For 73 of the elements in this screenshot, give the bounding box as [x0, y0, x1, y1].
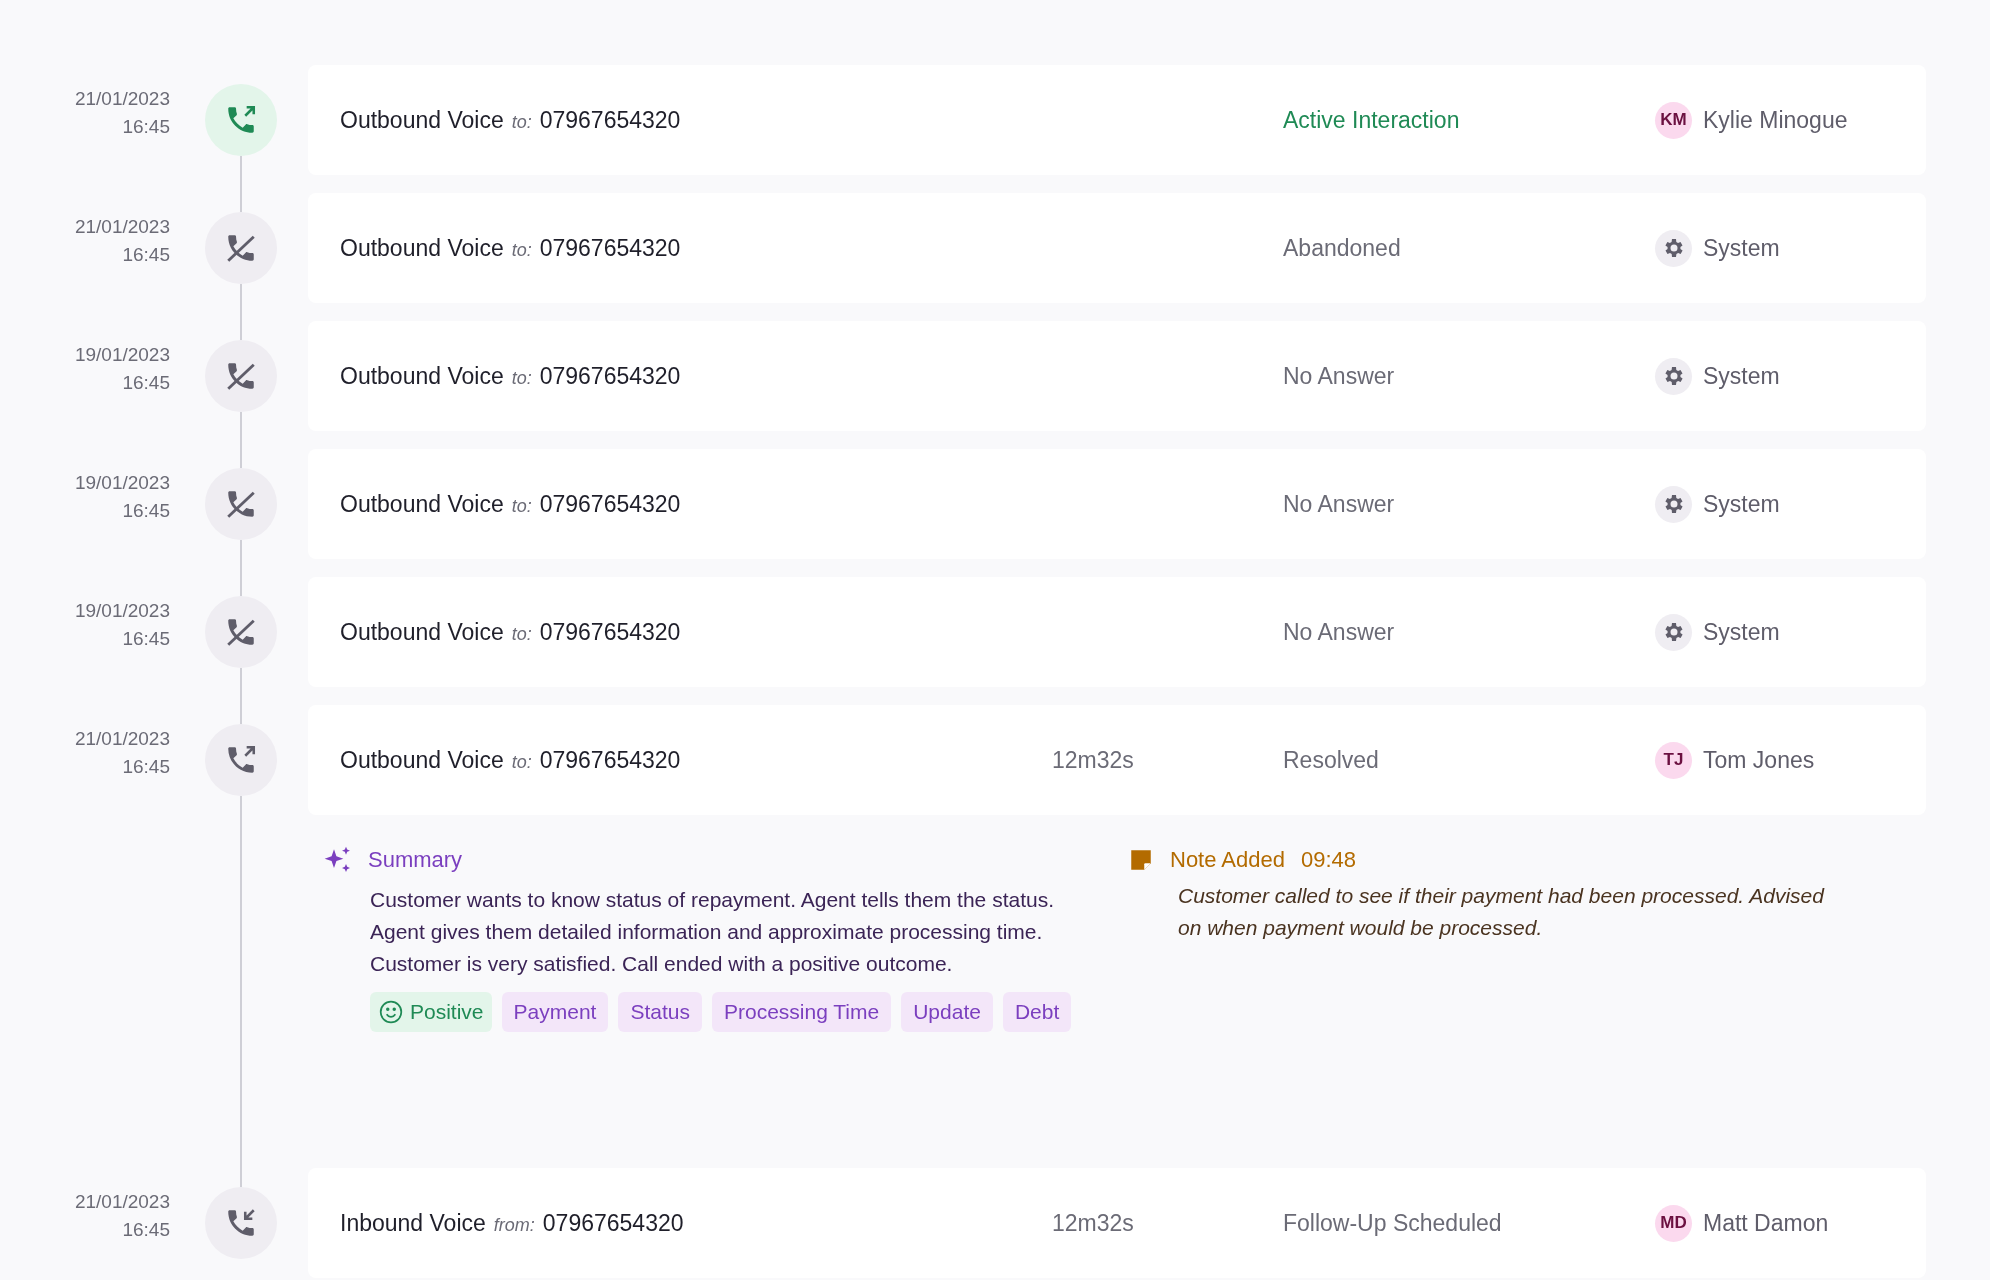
interaction-card[interactable]: Outbound Voice to: 07967654320 Abandoned System	[308, 193, 1926, 303]
direction-label: to:	[511, 750, 532, 774]
direction-label: to:	[511, 494, 532, 518]
direction-label: to:	[511, 366, 532, 390]
time-text: 16:45	[122, 627, 170, 651]
date-text: 19/01/2023	[74, 599, 170, 623]
status-text: No Answer	[1283, 362, 1395, 389]
direction-label: from:	[493, 1213, 535, 1237]
phone-number: 07967654320	[539, 745, 681, 775]
avatar-initials: TJ	[1655, 741, 1692, 779]
channel-label: Outbound Voice	[340, 105, 504, 135]
direction-label: to:	[511, 238, 532, 262]
phone-number: 07967654320	[539, 233, 681, 263]
time-text: 16:45	[122, 371, 170, 395]
summary-heading: Summary	[368, 846, 463, 874]
note-text: Customer called to see if their payment had been processed. Advised on when payment would be processed.	[1178, 883, 1826, 941]
time-text: 16:45	[122, 243, 170, 267]
status-text: No Answer	[1283, 618, 1395, 645]
phone-number: 07967654320	[539, 617, 681, 647]
topic-tag: Status	[618, 992, 702, 1032]
date-text: 21/01/2023	[74, 215, 170, 239]
channel-label: Outbound Voice	[340, 745, 504, 775]
note-heading: Note Added	[1170, 846, 1285, 874]
time-text: 16:45	[122, 499, 170, 523]
agent-name: Kylie Minogue	[1703, 105, 1848, 135]
time-text: 16:45	[122, 115, 170, 139]
topic-tag: Debt	[1002, 992, 1072, 1032]
status-text: Abandoned	[1283, 234, 1401, 261]
phone-number: 07967654320	[542, 1208, 684, 1238]
date-text: 21/01/2023	[74, 1190, 170, 1214]
topic-tag: Processing Time	[711, 992, 892, 1032]
agent-name: Matt Damon	[1703, 1208, 1829, 1238]
agent-name: System	[1703, 617, 1780, 647]
interaction-card[interactable]: Outbound Voice to: 07967654320 Active Interaction KM Kylie Minogue	[308, 65, 1926, 175]
topic-tag: Update	[901, 992, 993, 1032]
phone-number: 07967654320	[539, 489, 681, 519]
channel-label: Outbound Voice	[340, 361, 504, 391]
phone-number: 07967654320	[539, 361, 681, 391]
channel-label: Outbound Voice	[340, 617, 504, 647]
direction-label: to:	[511, 110, 532, 134]
agent-name: System	[1703, 233, 1780, 263]
duration-text: 12m32s	[1052, 746, 1134, 773]
direction-label: to:	[511, 622, 532, 646]
status-text: Follow-Up Scheduled	[1283, 1209, 1502, 1236]
agent-name: System	[1703, 361, 1780, 391]
duration-text: 12m32s	[1052, 1209, 1134, 1236]
phone-number: 07967654320	[539, 105, 681, 135]
summary-text: Customer wants to know status of repayment. Agent tells them the status. Agent gives them detailed information and approximate processing time. Customer is very satisfied. Call ended with a positive outcome.	[370, 887, 1055, 977]
interaction-card[interactable]: Outbound Voice to: 07967654320 No Answer System	[308, 449, 1926, 559]
interaction-card[interactable]: Outbound Voice to: 07967654320 No Answer System	[308, 321, 1926, 431]
smiley-icon	[378, 999, 404, 1025]
channel-label: Outbound Voice	[340, 233, 504, 263]
date-text: 21/01/2023	[74, 87, 170, 111]
date-text: 19/01/2023	[74, 471, 170, 495]
date-text: 19/01/2023	[74, 343, 170, 367]
sentiment-tag: Positive	[370, 992, 492, 1032]
agent-name: Tom Jones	[1703, 745, 1815, 775]
avatar-initials: KM	[1655, 101, 1692, 139]
channel-label: Outbound Voice	[340, 489, 504, 519]
note-time: 09:48	[1301, 846, 1357, 874]
topic-tag: Payment	[501, 992, 609, 1032]
status-text: Resolved	[1283, 746, 1379, 773]
status-text: No Answer	[1283, 490, 1395, 517]
interaction-card[interactable]: Inbound Voice from: 07967654320 12m32s Follow-Up Scheduled MD Matt Damon	[308, 1168, 1926, 1278]
time-text: 16:45	[122, 755, 170, 779]
interaction-card[interactable]: Outbound Voice to: 07967654320 No Answer System	[308, 577, 1926, 687]
interaction-card[interactable]: Outbound Voice to: 07967654320 12m32s Resolved TJ Tom Jones	[308, 705, 1926, 815]
date-text: 21/01/2023	[74, 727, 170, 751]
channel-label: Inbound Voice	[340, 1208, 486, 1238]
agent-name: System	[1703, 489, 1780, 519]
status-text: Active Interaction	[1283, 106, 1460, 133]
avatar-initials: MD	[1655, 1204, 1692, 1242]
time-text: 16:45	[122, 1218, 170, 1242]
